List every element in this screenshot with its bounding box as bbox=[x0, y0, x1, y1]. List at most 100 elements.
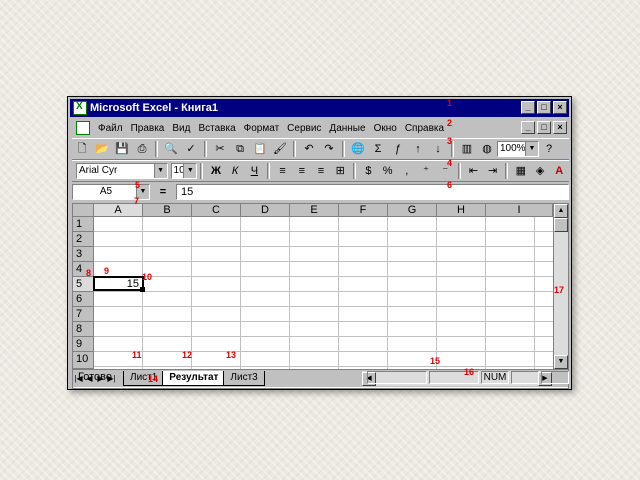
zoom-combo[interactable]: 100% ▼ bbox=[497, 141, 539, 157]
minimize-button[interactable]: _ bbox=[521, 101, 535, 114]
merge-center-icon[interactable]: ⊞ bbox=[333, 163, 348, 179]
menu-tools[interactable]: Сервис bbox=[283, 123, 325, 134]
redo-icon[interactable]: ↷ bbox=[321, 141, 337, 157]
row-header-6[interactable]: 6 bbox=[73, 292, 94, 307]
column-header-d[interactable]: D bbox=[241, 204, 290, 217]
status-panel bbox=[511, 370, 539, 384]
chevron-down-icon[interactable]: ▼ bbox=[183, 164, 197, 178]
row-header-10[interactable]: 10 bbox=[73, 352, 94, 369]
menu-help[interactable]: Справка bbox=[401, 123, 448, 134]
excel-app-icon[interactable] bbox=[73, 101, 87, 115]
column-header-g[interactable]: G bbox=[388, 204, 437, 217]
row-header-2[interactable]: 2 bbox=[73, 232, 94, 247]
sort-descending-icon[interactable]: ↓ bbox=[430, 141, 446, 157]
copy-icon[interactable]: ⧉ bbox=[232, 141, 248, 157]
decrease-indent-icon[interactable]: ⇤ bbox=[466, 163, 481, 179]
font-color-icon[interactable]: A bbox=[552, 163, 567, 179]
cell-area[interactable] bbox=[94, 217, 555, 369]
status-panel bbox=[367, 370, 427, 384]
print-preview-icon[interactable]: 🔍 bbox=[163, 141, 179, 157]
column-header-b[interactable]: B bbox=[143, 204, 192, 217]
row-header-9[interactable]: 9 bbox=[73, 337, 94, 352]
chart-wizard-icon[interactable]: ▥ bbox=[459, 141, 475, 157]
function-icon[interactable]: ƒ bbox=[390, 141, 406, 157]
format-painter-icon[interactable]: 🖌 bbox=[272, 141, 288, 157]
window-title: Microsoft Excel - Книга1 bbox=[90, 102, 219, 114]
column-header-i[interactable]: I bbox=[486, 204, 553, 217]
active-cell-a5[interactable]: 15 bbox=[93, 276, 144, 291]
toolbar-separator bbox=[505, 163, 509, 179]
column-header-h[interactable]: H bbox=[437, 204, 486, 217]
marker-6: 6 bbox=[447, 180, 453, 190]
menu-window[interactable]: Окно bbox=[370, 123, 401, 134]
toolbar-separator bbox=[352, 163, 356, 179]
currency-icon[interactable]: $ bbox=[361, 163, 376, 179]
row-header-1[interactable]: 1 bbox=[73, 217, 94, 232]
bold-button[interactable]: Ж bbox=[208, 163, 223, 179]
scroll-thumb[interactable] bbox=[554, 218, 568, 232]
column-header-f[interactable]: F bbox=[339, 204, 388, 217]
spelling-icon[interactable]: ✓ bbox=[183, 141, 199, 157]
fill-handle[interactable] bbox=[140, 287, 145, 292]
doc-restore-button[interactable]: □ bbox=[537, 121, 551, 134]
align-center-icon[interactable]: ≡ bbox=[294, 163, 309, 179]
menu-format[interactable]: Формат bbox=[240, 123, 284, 134]
marker-14: 14 bbox=[148, 374, 159, 384]
doc-close-button[interactable]: × bbox=[553, 121, 567, 134]
menu-file[interactable]: Файл bbox=[94, 123, 127, 134]
title-bar[interactable]: Microsoft Excel - Книга1 _ □ × bbox=[70, 99, 569, 117]
font-combo[interactable]: Arial Cyr ▼ bbox=[76, 163, 168, 179]
undo-icon[interactable]: ↶ bbox=[301, 141, 317, 157]
increase-indent-icon[interactable]: ⇥ bbox=[485, 163, 500, 179]
autosum-icon[interactable]: Σ bbox=[370, 141, 386, 157]
align-left-icon[interactable]: ≡ bbox=[275, 163, 290, 179]
underline-button[interactable]: Ч bbox=[247, 163, 262, 179]
percent-icon[interactable]: % bbox=[380, 163, 395, 179]
comma-style-icon[interactable]: , bbox=[399, 163, 414, 179]
row-header-5[interactable]: 5 bbox=[73, 277, 94, 292]
open-folder-icon[interactable]: 📂 bbox=[94, 141, 110, 157]
scroll-up-icon[interactable]: ▲ bbox=[554, 204, 568, 218]
cut-icon[interactable]: ✂ bbox=[212, 141, 228, 157]
map-icon[interactable]: ◍ bbox=[479, 141, 495, 157]
borders-icon[interactable]: ▦ bbox=[513, 163, 528, 179]
chevron-down-icon[interactable]: ▼ bbox=[153, 164, 167, 178]
fill-color-icon[interactable]: ◈ bbox=[532, 163, 547, 179]
doc-minimize-button[interactable]: _ bbox=[521, 121, 535, 134]
paste-icon[interactable]: 📋 bbox=[252, 141, 268, 157]
row-header-7[interactable]: 7 bbox=[73, 307, 94, 322]
status-ready: Готово bbox=[78, 371, 112, 383]
column-header-c[interactable]: C bbox=[192, 204, 241, 217]
row-header-3[interactable]: 3 bbox=[73, 247, 94, 262]
maximize-button[interactable]: □ bbox=[537, 101, 551, 114]
row-header-8[interactable]: 8 bbox=[73, 322, 94, 337]
marker-8: 8 bbox=[86, 268, 92, 278]
menu-insert[interactable]: Вставка bbox=[194, 123, 239, 134]
hyperlink-icon[interactable]: 🌐 bbox=[350, 141, 366, 157]
standard-toolbar: 🗋 📂 💾 ⎙ 🔍 ✓ ✂ ⧉ 📋 🖌 ↶ ↷ 🌐 Σ ƒ ↑ ↓ ▥ ◍ 10… bbox=[72, 138, 569, 160]
formula-input[interactable]: 15 bbox=[176, 184, 569, 200]
new-file-icon[interactable]: 🗋 bbox=[74, 141, 90, 157]
menu-edit[interactable]: Правка bbox=[127, 123, 169, 134]
save-icon[interactable]: 💾 bbox=[114, 141, 130, 157]
close-button[interactable]: × bbox=[553, 101, 567, 114]
italic-button[interactable]: К bbox=[228, 163, 243, 179]
font-size-combo[interactable]: 10 ▼ bbox=[170, 163, 198, 179]
column-header-e[interactable]: E bbox=[290, 204, 339, 217]
formula-equals[interactable]: = bbox=[150, 186, 176, 198]
print-icon[interactable]: ⎙ bbox=[134, 141, 150, 157]
align-right-icon[interactable]: ≡ bbox=[313, 163, 328, 179]
menu-view[interactable]: Вид bbox=[168, 123, 194, 134]
chevron-down-icon[interactable]: ▼ bbox=[525, 142, 538, 156]
select-all-button[interactable] bbox=[73, 204, 94, 217]
status-panel bbox=[541, 370, 569, 384]
workbook-icon[interactable] bbox=[76, 121, 90, 135]
status-bar: Готово NUM bbox=[72, 369, 569, 385]
scroll-down-icon[interactable]: ▼ bbox=[554, 355, 568, 369]
increase-decimal-icon[interactable]: ⁺ bbox=[418, 163, 433, 179]
menu-data[interactable]: Данные bbox=[325, 123, 369, 134]
help-icon[interactable]: ? bbox=[541, 141, 557, 157]
sort-ascending-icon[interactable]: ↑ bbox=[410, 141, 426, 157]
marker-10: 10 bbox=[142, 272, 153, 282]
marker-9: 9 bbox=[104, 266, 110, 276]
